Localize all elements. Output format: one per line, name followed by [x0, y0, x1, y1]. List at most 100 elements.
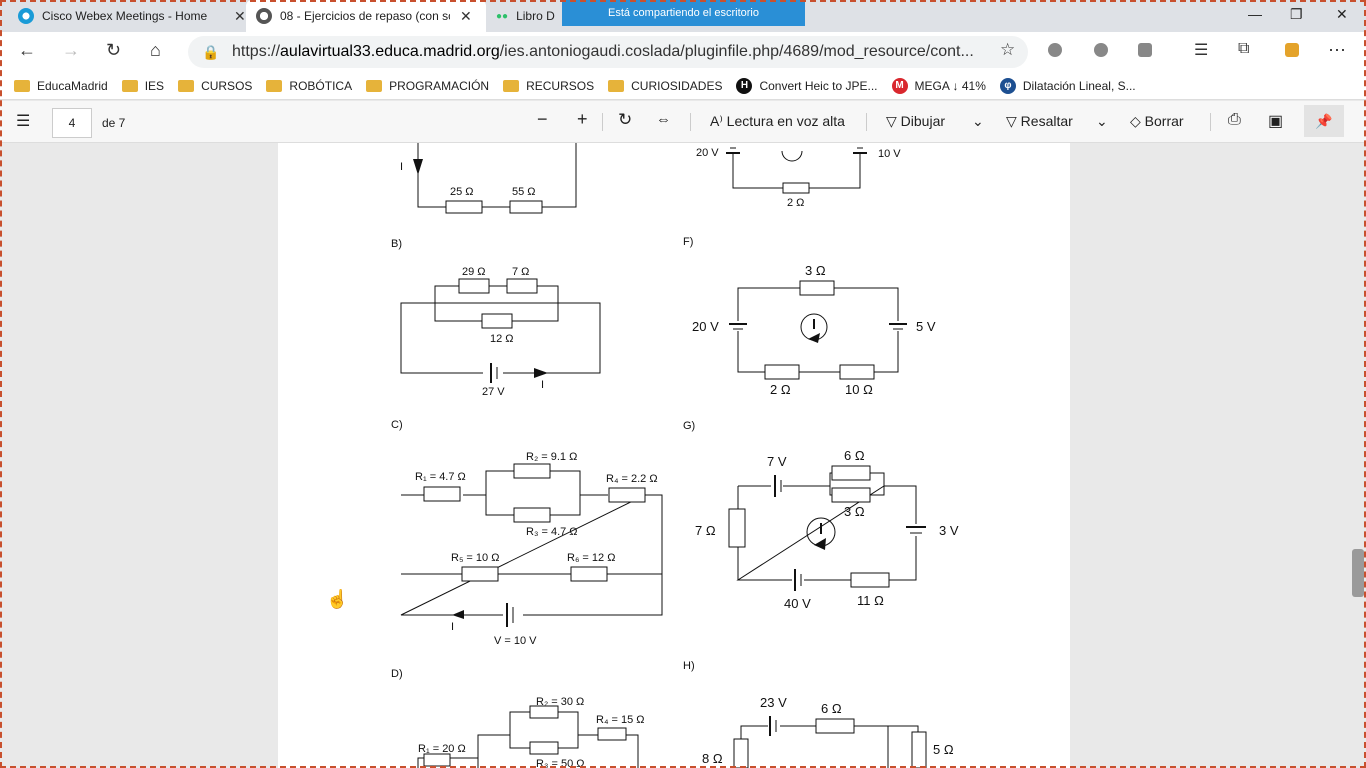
label-b: B): [391, 238, 402, 250]
resistor-label: 3 Ω: [805, 263, 826, 278]
battery-label: 7 V: [767, 454, 787, 469]
pin-toolbar-icon[interactable]: 📌: [1304, 105, 1344, 137]
tab-ejercicios[interactable]: 08 - Ejercicios de repaso (con sol ✕: [246, 0, 486, 32]
back-icon[interactable]: ←: [18, 40, 36, 61]
battery-label: 20 V: [692, 319, 719, 334]
restore-icon[interactable]: ❐: [1290, 6, 1303, 23]
resistor-label: R₃ = 4.7 Ω: [526, 526, 578, 538]
bookmark-dilatacion[interactable]: φ Dilatación Lineal, S...: [999, 77, 1136, 94]
resistor-label: 6 Ω: [844, 448, 865, 463]
battery-label: 27 V: [482, 386, 505, 398]
label-h: H): [683, 660, 695, 672]
battery-label: 10 V: [878, 148, 901, 160]
current-label: I: [451, 621, 454, 633]
highlight-button[interactable]: ▽ Resaltar: [1006, 113, 1073, 130]
home-icon[interactable]: ⌂: [150, 40, 161, 61]
folder-icon: [503, 79, 520, 92]
close-tab-icon[interactable]: ✕: [234, 8, 246, 25]
label-g: G): [683, 420, 695, 432]
save-icon[interactable]: ▣: [1268, 111, 1283, 131]
zoom-out-icon[interactable]: −: [537, 109, 548, 130]
resistor-label: 7 Ω: [695, 523, 716, 538]
collections-icon[interactable]: ⧉: [1238, 40, 1249, 58]
moodle-icon: [256, 8, 272, 24]
resistor-label: 29 Ω: [462, 266, 486, 278]
draw-icon: ▽: [886, 113, 897, 129]
minimize-icon[interactable]: —: [1248, 6, 1262, 22]
battery-label: 40 V: [784, 596, 811, 611]
sharing-banner: Está compartiendo el escritorio: [562, 0, 805, 26]
bookmark-curiosidades[interactable]: CURIOSIDADES: [608, 79, 722, 93]
circuit-h: 23 V 6 Ω 8 Ω 5 Ω: [702, 695, 954, 768]
battery-label: V = 10 V: [494, 635, 537, 647]
divider: [866, 113, 867, 131]
bookmark-robotica[interactable]: ROBÓTICA: [266, 79, 352, 93]
resistor-label: R₁ = 20 Ω: [418, 743, 466, 755]
bookmark-ies[interactable]: IES: [121, 79, 164, 93]
url-field[interactable]: 🔒 https://aulavirtual33.educa.madrid.org…: [188, 36, 1028, 68]
circuit-g: 7 V 6 Ω 3 Ω 7 Ω 3 V 40 V 11 Ω: [695, 448, 959, 611]
pdf-viewer[interactable]: I 25 Ω 55 Ω B) 29 Ω 7 Ω 12 Ω 27 V I C) R…: [0, 143, 1366, 768]
extension-2-icon[interactable]: [1094, 43, 1108, 57]
bookmark-programacion[interactable]: PROGRAMACIÓN: [366, 79, 489, 93]
more-icon[interactable]: ⋯: [1328, 40, 1346, 61]
bookmark-recursos[interactable]: RECURSOS: [503, 79, 594, 93]
tab-libro[interactable]: ●● Libro D: [486, 0, 566, 32]
extension-1-icon[interactable]: [1048, 43, 1062, 57]
label-c: C): [391, 419, 403, 431]
battery-label: 5 V: [916, 319, 936, 334]
draw-button[interactable]: ▽ Dibujar: [886, 113, 945, 130]
page-count: de 7: [102, 116, 126, 130]
page-number-input[interactable]: 4: [52, 108, 92, 138]
favorite-star-icon[interactable]: ☆: [1000, 40, 1015, 60]
calculator-icon[interactable]: [1285, 43, 1299, 57]
contents-icon[interactable]: ☰: [16, 111, 30, 131]
hand-cursor-icon: ☝: [326, 589, 349, 609]
rotate-icon[interactable]: ↻: [618, 110, 632, 130]
fit-width-icon[interactable]: ⇔: [656, 111, 671, 128]
folder-icon: [178, 79, 195, 92]
erase-button[interactable]: ◇ Borrar: [1130, 113, 1184, 130]
folder-icon: [608, 79, 625, 92]
scrollbar-thumb[interactable]: [1352, 549, 1364, 597]
battery-label: 3 V: [939, 523, 959, 538]
print-icon[interactable]: ⎙: [1228, 111, 1241, 129]
label-f: F): [683, 236, 693, 248]
resistor-label: 55 Ω: [512, 186, 536, 198]
read-aloud-icon: A⁾: [710, 113, 723, 129]
extension-3-icon[interactable]: [1138, 43, 1152, 57]
chevron-down-icon[interactable]: ⌄: [972, 113, 984, 130]
resistor-label: 11 Ω: [857, 593, 884, 608]
bookmark-educamadrid[interactable]: EducaMadrid: [14, 79, 108, 93]
folder-icon: [366, 79, 383, 92]
tab-webex[interactable]: Cisco Webex Meetings - Home ✕: [8, 0, 246, 32]
circuit-a: I 25 Ω 55 Ω: [400, 143, 577, 214]
zoom-in-icon[interactable]: +: [577, 109, 588, 130]
resistor-label: 8 Ω: [702, 751, 723, 766]
refresh-icon[interactable]: ↻: [106, 40, 121, 61]
circuit-d: R₂ = 30 Ω R₄ = 15 Ω R₁ = 20 Ω R₃ = 50 Ω: [417, 696, 645, 768]
battery-label: 20 V: [696, 147, 719, 159]
dilatacion-icon: φ: [999, 77, 1016, 94]
forward-icon[interactable]: →: [62, 40, 80, 61]
folder-icon: [121, 79, 138, 92]
current-label: I: [400, 161, 403, 173]
read-aloud-button[interactable]: A⁾ Lectura en voz alta: [710, 113, 845, 130]
resistor-label: R₆ = 12 Ω: [567, 552, 615, 564]
close-window-icon[interactable]: ✕: [1336, 6, 1348, 23]
mega-icon: M: [891, 77, 908, 94]
battery-label: 23 V: [760, 695, 787, 710]
chevron-down-icon[interactable]: ⌄: [1096, 113, 1108, 130]
circuit-f: 3 Ω 20 V 5 V 2 Ω 10 Ω: [692, 263, 936, 397]
bookmark-convert-heic[interactable]: H Convert Heic to JPE...: [736, 77, 878, 94]
circuit-c: R₁ = 4.7 Ω R₂ = 9.1 Ω R₃ = 4.7 Ω R₄ = 2.…: [400, 451, 663, 647]
bookmarks-bar: EducaMadrid IES CURSOS ROBÓTICA PROGRAMA…: [0, 72, 1366, 100]
bookmark-mega[interactable]: M MEGA ↓ 41%: [891, 77, 986, 94]
address-bar-row: ← → ↻ ⌂ 🔒 https://aulavirtual33.educa.ma…: [0, 32, 1366, 72]
resistor-label: 3 Ω: [844, 504, 865, 519]
close-tab-icon[interactable]: ✕: [460, 8, 472, 25]
resistor-label: R₅ = 10 Ω: [451, 552, 499, 564]
resistor-label: R₂ = 30 Ω: [536, 696, 584, 708]
favorites-icon[interactable]: ☰: [1194, 40, 1208, 60]
bookmark-cursos[interactable]: CURSOS: [178, 79, 252, 93]
